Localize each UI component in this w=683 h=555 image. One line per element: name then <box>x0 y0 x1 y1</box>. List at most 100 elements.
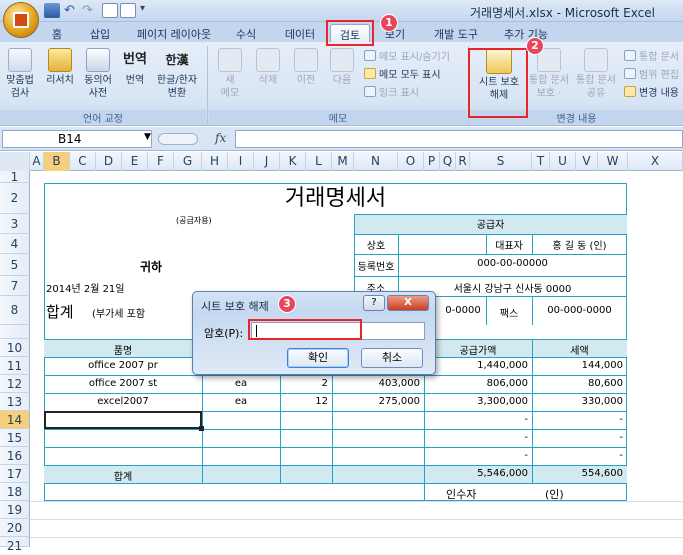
row-header[interactable]: 19 <box>0 501 30 519</box>
tab-page-layout[interactable]: 페이지 레이아웃 <box>132 24 216 42</box>
column-header[interactable]: A <box>30 152 44 171</box>
supplier-header[interactable]: 공급자 <box>354 216 627 231</box>
column-header[interactable]: X <box>628 152 683 171</box>
formula-input[interactable] <box>235 130 683 148</box>
row-header[interactable]: 16 <box>0 447 30 465</box>
delete-comment-button[interactable]: 삭제 <box>252 48 284 87</box>
column-header[interactable]: J <box>254 152 280 171</box>
empty-tax-dash[interactable]: - <box>532 414 623 425</box>
column-header[interactable]: E <box>122 152 148 171</box>
receiver-label[interactable]: 인수자 <box>446 486 476 502</box>
insert-function-icon[interactable]: fx <box>215 131 226 145</box>
item-name-header[interactable]: 품명 <box>44 342 202 357</box>
row-header[interactable]: 1 <box>0 171 30 183</box>
tab-insert[interactable]: 삽입 <box>86 24 114 42</box>
spelling-button[interactable]: 맞춤법 검사 <box>2 48 38 100</box>
column-header[interactable]: V <box>576 152 598 171</box>
show-ink-button[interactable]: 잉크 표시 <box>364 86 419 101</box>
row-header[interactable]: 5 <box>0 254 30 276</box>
phone-number-partial[interactable]: 0-0000 <box>440 305 486 316</box>
item-qty[interactable]: 2 <box>280 378 328 389</box>
office-button[interactable] <box>3 2 39 38</box>
item-name[interactable]: office 2007 st <box>44 378 202 389</box>
empty-supply-dash[interactable]: - <box>424 432 528 443</box>
qat-dropdown-icon[interactable]: ▾ <box>140 3 156 18</box>
tab-formulas[interactable]: 수식 <box>232 24 260 42</box>
empty-tax-dash[interactable]: - <box>532 450 623 461</box>
item-unit[interactable]: ea <box>202 396 280 407</box>
receiver-sign[interactable]: (인) <box>545 486 564 502</box>
column-header[interactable]: P <box>424 152 440 171</box>
fill-handle[interactable] <box>199 426 204 431</box>
recipient-honorific[interactable]: 귀하 <box>140 258 162 275</box>
column-header[interactable]: B <box>44 152 70 171</box>
show-hide-comment-button[interactable]: 메모 표시/숨기기 <box>364 50 450 65</box>
item-name[interactable]: excel2007 <box>44 396 202 407</box>
allow-edit-ranges-button[interactable]: 범위 편집 <box>624 68 679 83</box>
vat-included-note[interactable]: (부가세 포함 <box>92 305 145 320</box>
row-header[interactable]: 11 <box>0 357 30 375</box>
invoice-date[interactable]: 2014년 2월 21일 <box>46 280 125 295</box>
select-all-corner[interactable] <box>0 152 30 171</box>
ok-button[interactable]: 확인 <box>287 348 349 368</box>
item-tax[interactable]: 330,000 <box>532 396 623 407</box>
sum-supply[interactable]: 5,546,000 <box>424 468 528 479</box>
supply-value-header[interactable]: 공급가액 <box>424 342 532 357</box>
print-preview-icon[interactable] <box>120 3 136 18</box>
column-header[interactable]: U <box>550 152 576 171</box>
show-all-comments-button[interactable]: 메모 모두 표시 <box>364 68 441 83</box>
hangul-hanja-button[interactable]: 한漢 한글/한자 변환 <box>154 48 200 100</box>
empty-supply-dash[interactable]: - <box>424 450 528 461</box>
row-header[interactable]: 17 <box>0 465 30 483</box>
row-header[interactable]: 20 <box>0 519 30 537</box>
item-price[interactable]: 403,000 <box>332 378 420 389</box>
column-header[interactable]: O <box>398 152 424 171</box>
name-box-dropdown-icon[interactable]: ▼ <box>144 132 151 142</box>
row-header[interactable]: 8 <box>0 296 30 325</box>
new-comment-button[interactable]: 새 메모 <box>214 48 246 100</box>
sum-tax[interactable]: 554,600 <box>532 468 623 479</box>
column-header[interactable]: G <box>174 152 202 171</box>
row-header[interactable]: 21 <box>0 537 30 553</box>
help-button[interactable]: ? <box>363 295 385 311</box>
share-workbook-button[interactable]: 통합 문서 공유 <box>574 48 618 100</box>
name-box[interactable]: B14 <box>2 130 152 148</box>
label-company-name[interactable]: 상호 <box>354 237 398 252</box>
close-button[interactable]: X <box>387 295 429 311</box>
column-header[interactable]: T <box>532 152 550 171</box>
column-header[interactable]: F <box>148 152 174 171</box>
column-header[interactable]: H <box>202 152 228 171</box>
row-header[interactable]: 7 <box>0 276 30 296</box>
representative-name[interactable]: 홍 길 동 (인) <box>532 237 627 252</box>
registration-number[interactable]: 000-00-00000 <box>398 258 627 269</box>
label-registration-number[interactable]: 등록번호 <box>354 258 398 273</box>
total-amount-label[interactable]: 합계 <box>46 301 74 322</box>
column-header[interactable]: D <box>96 152 122 171</box>
item-tax[interactable]: 144,000 <box>532 360 623 371</box>
item-tax[interactable]: 80,600 <box>532 378 623 389</box>
protect-share-button[interactable]: 통합 문서 <box>624 50 679 65</box>
column-header[interactable]: C <box>70 152 96 171</box>
tab-add-ins[interactable]: 추가 기능 <box>500 24 552 42</box>
next-comment-button[interactable]: 다음 <box>326 48 358 87</box>
protect-workbook-button[interactable]: 통합 문서 보호 · <box>528 48 570 100</box>
invoice-title[interactable]: 거래명세서 <box>44 183 627 214</box>
row-header[interactable]: 14 <box>0 411 30 429</box>
item-price[interactable]: 275,000 <box>332 396 420 407</box>
thesaurus-button[interactable]: 동의어 사전 <box>80 48 116 100</box>
tab-data[interactable]: 데이터 <box>280 24 320 42</box>
supplier-copy-note[interactable]: (공급자용) <box>176 215 212 226</box>
cancel-button[interactable]: 취소 <box>361 348 423 368</box>
active-cell-b14[interactable] <box>44 411 202 429</box>
item-supply[interactable]: 3,300,000 <box>424 396 528 407</box>
item-supply[interactable]: 1,440,000 <box>424 360 528 371</box>
column-header[interactable]: K <box>280 152 306 171</box>
row-header[interactable]: 10 <box>0 339 30 357</box>
row-header[interactable]: 3 <box>0 214 30 234</box>
item-name[interactable]: office 2007 pr <box>44 360 202 371</box>
tax-header[interactable]: 세액 <box>532 342 627 357</box>
column-header[interactable]: W <box>598 152 628 171</box>
fax-number[interactable]: 00-000-0000 <box>532 305 627 316</box>
row-header[interactable]: 15 <box>0 429 30 447</box>
item-unit[interactable]: ea <box>202 378 280 389</box>
